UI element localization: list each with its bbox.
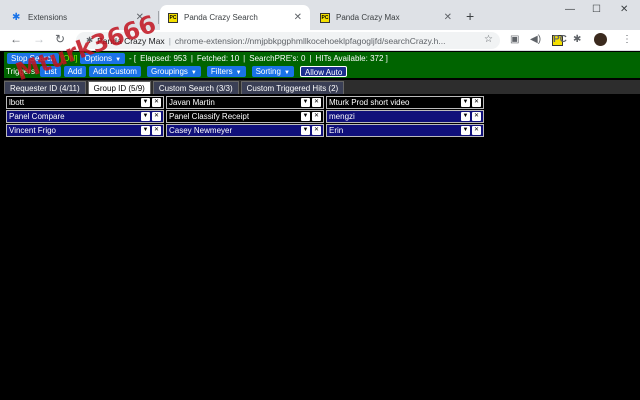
tab-strip: ✱ Extensions ✕ PC Panda Crazy Search ✕ P… bbox=[0, 0, 640, 30]
back-icon[interactable]: ← bbox=[10, 32, 22, 46]
url-text: chrome-extension://nmjpbkpgphmllkocehoek… bbox=[174, 35, 446, 46]
panda-crazy-extension-icon[interactable]: PC bbox=[552, 35, 567, 46]
trigger-name: lbott bbox=[9, 98, 25, 107]
trigger-name: Vincent Frigo bbox=[9, 126, 56, 135]
caret-down-icon: ▼ bbox=[190, 70, 197, 76]
trigger-card[interactable]: Panel Compare ▼ ✕ bbox=[6, 110, 164, 123]
filters-label: Filters bbox=[210, 67, 233, 76]
searchpres-stat: SearchPRE's: 0 bbox=[249, 54, 306, 63]
trigger-name: Javan Martin bbox=[169, 98, 215, 107]
card-dropdown-icon[interactable]: ▼ bbox=[461, 98, 470, 107]
avatar[interactable] bbox=[594, 33, 607, 46]
sorting-button[interactable]: Sorting ▼ bbox=[251, 66, 294, 77]
window-close-icon[interactable]: ✕ bbox=[620, 4, 628, 15]
caret-down-icon: ▼ bbox=[283, 70, 290, 76]
tab-custom-triggered-hits[interactable]: Custom Triggered Hits (2) bbox=[240, 81, 345, 94]
trigger-name: Mturk Prod short video bbox=[329, 98, 410, 107]
tab-title: Panda Crazy Search bbox=[184, 13, 258, 22]
triggers-bar: Triggers: List Add Add Custom Groupings ▼… bbox=[4, 65, 640, 78]
trigger-card[interactable]: lbott ▼ ✕ bbox=[6, 96, 164, 109]
filters-button[interactable]: Filters ▼ bbox=[206, 66, 246, 77]
trigger-name: Panel Classify Receipt bbox=[169, 112, 250, 121]
hits-available-stat: HITs Available: 372 ] bbox=[315, 54, 388, 63]
panda-icon: PC bbox=[320, 12, 330, 23]
card-close-icon[interactable]: ✕ bbox=[312, 112, 321, 121]
puzzle-icon: ✱ bbox=[12, 11, 21, 23]
trigger-card[interactable]: Erin ▼ ✕ bbox=[326, 124, 484, 137]
trigger-card[interactable]: Mturk Prod short video ▼ ✕ bbox=[326, 96, 484, 109]
card-dropdown-icon[interactable]: ▼ bbox=[141, 98, 150, 107]
tab-custom-search[interactable]: Custom Search (3/3) bbox=[152, 81, 239, 94]
card-dropdown-icon[interactable]: ▼ bbox=[141, 112, 150, 121]
browser-tab-panda-crazy-search[interactable]: PC Panda Crazy Search ✕ bbox=[160, 5, 310, 30]
bookmark-star-icon[interactable]: ☆ bbox=[484, 34, 493, 45]
card-dropdown-icon[interactable]: ▼ bbox=[141, 126, 150, 135]
maximize-icon[interactable]: ☐ bbox=[592, 4, 601, 15]
card-close-icon[interactable]: ✕ bbox=[152, 112, 161, 121]
trigger-card[interactable]: Panel Classify Receipt ▼ ✕ bbox=[166, 110, 324, 123]
elapsed-stat: Elapsed: 953 bbox=[140, 54, 187, 63]
forward-icon[interactable]: → bbox=[33, 32, 45, 46]
minimize-icon[interactable]: — bbox=[565, 4, 575, 15]
card-close-icon[interactable]: ✕ bbox=[152, 98, 161, 107]
groupings-label: Groupings bbox=[150, 67, 188, 76]
browser-tab-panda-crazy-max[interactable]: PC Panda Crazy Max ✕ bbox=[312, 5, 460, 30]
caret-down-icon: ▼ bbox=[235, 70, 242, 76]
trigger-name: mengzi bbox=[329, 112, 355, 121]
close-icon[interactable]: ✕ bbox=[444, 12, 452, 23]
trigger-name: Casey Newmeyer bbox=[169, 126, 233, 135]
trigger-card[interactable]: Javan Martin ▼ ✕ bbox=[166, 96, 324, 109]
card-close-icon[interactable]: ✕ bbox=[312, 126, 321, 135]
tab-requester-id[interactable]: Requester ID (4/11) bbox=[4, 81, 86, 94]
card-close-icon[interactable]: ✕ bbox=[312, 98, 321, 107]
tab-title: Extensions bbox=[28, 13, 68, 22]
bracket-open: - [ bbox=[129, 54, 137, 63]
card-close-icon[interactable]: ✕ bbox=[152, 126, 161, 135]
speaker-icon[interactable]: ◀) bbox=[530, 34, 541, 45]
extension-store-icon[interactable]: ▣ bbox=[510, 34, 519, 45]
groupings-button[interactable]: Groupings ▼ bbox=[146, 66, 201, 77]
trigger-name: Panel Compare bbox=[9, 112, 65, 121]
trigger-card[interactable]: Vincent Frigo ▼ ✕ bbox=[6, 124, 164, 137]
panda-icon: PC bbox=[168, 12, 178, 23]
trigger-card[interactable]: mengzi ▼ ✕ bbox=[326, 110, 484, 123]
card-dropdown-icon[interactable]: ▼ bbox=[301, 126, 310, 135]
card-dropdown-icon[interactable]: ▼ bbox=[461, 112, 470, 121]
card-close-icon[interactable]: ✕ bbox=[472, 112, 481, 121]
menu-dots-icon[interactable]: ⋮ bbox=[622, 34, 632, 45]
allow-auto-button[interactable]: Allow Auto bbox=[299, 66, 348, 77]
trigger-card[interactable]: Casey Newmeyer ▼ ✕ bbox=[166, 124, 324, 137]
tab-group-id[interactable]: Group ID (5/9) bbox=[87, 81, 151, 94]
card-dropdown-icon[interactable]: ▼ bbox=[461, 126, 470, 135]
caret-down-icon: ▼ bbox=[115, 57, 122, 63]
separator: | bbox=[168, 35, 171, 46]
fetched-stat: Fetched: 10 bbox=[196, 54, 240, 63]
separator: | bbox=[190, 54, 193, 63]
extensions-puzzle-icon[interactable]: ✱ bbox=[573, 34, 581, 45]
new-tab-icon[interactable]: + bbox=[466, 8, 474, 24]
card-close-icon[interactable]: ✕ bbox=[472, 98, 481, 107]
separator: | bbox=[309, 54, 312, 63]
panel-tabs: Requester ID (4/11) Group ID (5/9) Custo… bbox=[4, 80, 640, 94]
separator: | bbox=[243, 54, 246, 63]
card-dropdown-icon[interactable]: ▼ bbox=[301, 98, 310, 107]
card-dropdown-icon[interactable]: ▼ bbox=[301, 112, 310, 121]
tab-title: Panda Crazy Max bbox=[336, 13, 400, 22]
trigger-name: Erin bbox=[329, 126, 344, 135]
sorting-label: Sorting bbox=[255, 67, 281, 76]
card-close-icon[interactable]: ✕ bbox=[472, 126, 481, 135]
close-icon[interactable]: ✕ bbox=[294, 12, 302, 23]
add-custom-button[interactable]: Add Custom bbox=[88, 66, 141, 77]
